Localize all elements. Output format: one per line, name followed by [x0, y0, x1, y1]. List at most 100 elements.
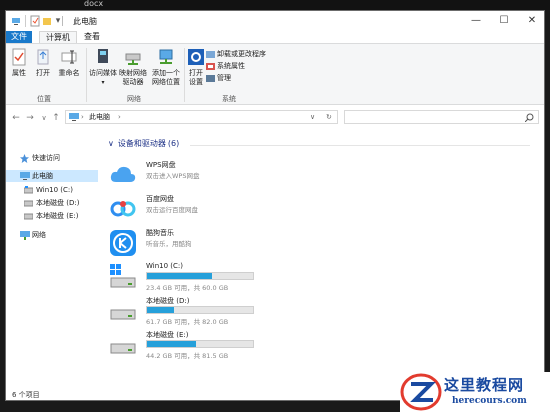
add-network-location-button[interactable]: 添加一个 网络位置 — [150, 48, 182, 87]
chevron-down-icon: ∨ — [108, 139, 114, 148]
recent-locations-button[interactable]: ∨ — [38, 112, 50, 124]
uninstall-program-button[interactable]: 卸载或更改程序 — [206, 49, 266, 59]
add-location-label-2: 网络位置 — [152, 78, 180, 86]
rename-icon — [61, 50, 77, 64]
network-location-icon — [159, 49, 173, 64]
file-explorer-window: ▾ 此电脑 — ☐ ✕ 文件 计算机 查看 属性 打开 重命名 位置 访问媒体 … — [5, 10, 545, 401]
rename-button[interactable]: 重命名 — [57, 48, 81, 78]
group-title: 设备和驱动器 — [117, 139, 166, 148]
windows-drive-icon — [110, 264, 136, 288]
search-input[interactable] — [344, 110, 539, 124]
sidebar-item-d-drive[interactable]: 本地磁盘 (D:) — [6, 197, 98, 209]
breadcrumb-this-pc[interactable]: 此电脑 — [89, 111, 110, 123]
divider — [86, 48, 87, 102]
list-item-d-drive[interactable]: 本地磁盘 (D:) 61.7 GB 可用，共 82.0 GB — [108, 294, 308, 328]
sidebar-item-c-drive[interactable]: Win10 (C:) — [6, 184, 98, 196]
divider — [190, 145, 530, 146]
properties-quick-icon[interactable] — [30, 15, 40, 27]
breadcrumb-separator: › — [118, 113, 121, 121]
forward-button[interactable]: → — [24, 112, 36, 124]
usage-bar — [146, 306, 254, 314]
sidebar-item-network[interactable]: 网络 — [6, 229, 98, 241]
item-count: 6 个项目 — [12, 391, 40, 399]
manage-icon — [206, 74, 215, 82]
open-settings-button[interactable]: 打开 设置 — [186, 48, 206, 87]
tab-computer[interactable]: 计算机 — [39, 31, 77, 43]
list-item-wps-drive[interactable]: WPS网盘 双击进入WPS网盘 — [108, 158, 308, 192]
title-bar: ▾ 此电脑 — ☐ ✕ — [6, 11, 544, 31]
divider — [25, 15, 26, 27]
document-filename: docx — [84, 0, 104, 8]
sidebar-item-this-pc[interactable]: 此电脑 — [6, 170, 98, 182]
usage-bar — [146, 340, 254, 348]
drive-free-space: 61.7 GB 可用，共 82.0 GB — [146, 318, 229, 326]
up-button[interactable]: ↑ — [50, 112, 62, 124]
back-button[interactable]: ← — [10, 112, 22, 124]
drive-name: 本地磁盘 (E:) — [146, 331, 189, 339]
properties-button[interactable]: 属性 — [10, 48, 28, 78]
group-header-devices[interactable]: ∨ 设备和驱动器 (6) — [108, 138, 179, 149]
manage-button[interactable]: 管理 — [206, 73, 231, 83]
group-label-system: 系统 — [222, 95, 236, 103]
sidebar-item-quick-access[interactable]: 快速访问 — [6, 152, 98, 164]
system-properties-button[interactable]: 系统属性 — [206, 61, 245, 71]
divider — [62, 16, 63, 26]
open-settings-label-2: 设置 — [189, 78, 203, 86]
drive-icon — [24, 213, 33, 220]
list-item-kugou-music[interactable]: 酷狗音乐 听音乐，用酷狗 — [108, 226, 308, 260]
sidebar-label: 网络 — [32, 231, 46, 239]
drive-name: 本地磁盘 (D:) — [146, 297, 190, 305]
content-pane: ∨ 设备和驱动器 (6) WPS网盘 双击进入WPS网盘 百度网盘 双击运行百度网盘… — [98, 128, 546, 386]
close-button[interactable]: ✕ — [518, 11, 546, 31]
settings-gear-icon — [188, 49, 204, 65]
sidebar-item-e-drive[interactable]: 本地磁盘 (E:) — [6, 210, 98, 222]
map-network-drive-button[interactable]: 映射网络 驱动器 — [118, 48, 148, 87]
search-icon — [525, 113, 534, 122]
watermark: 这里教程网 herecours.com — [400, 372, 550, 412]
tab-view[interactable]: 查看 — [78, 31, 106, 43]
list-item-c-drive[interactable]: Win10 (C:) 23.4 GB 可用，共 60.0 GB — [108, 260, 308, 294]
this-pc-icon — [12, 18, 20, 25]
group-count: (6) — [167, 139, 180, 148]
usage-bar-fill — [147, 341, 196, 347]
access-media-button[interactable]: 访问媒体 ▾ — [89, 48, 117, 87]
refresh-button[interactable]: ↻ — [326, 111, 332, 123]
open-settings-label-1: 打开 — [189, 69, 203, 77]
map-drive-label-1: 映射网络 — [119, 69, 147, 77]
network-icon — [20, 231, 30, 240]
drive-free-space: 44.2 GB 可用，共 81.5 GB — [146, 352, 229, 360]
dropdown-arrow-icon: ▾ — [101, 79, 105, 86]
sidebar-label: 快速访问 — [32, 154, 60, 162]
address-bar-row: ← → ∨ ↑ › 此电脑 › ∨ ↻ — [6, 109, 544, 127]
list-item-e-drive[interactable]: 本地磁盘 (E:) 44.2 GB 可用，共 81.5 GB — [108, 328, 308, 362]
watermark-url: herecours.com — [452, 396, 527, 406]
this-pc-icon — [69, 113, 79, 121]
sidebar-label: 此电脑 — [32, 172, 53, 180]
list-item-baidu-drive[interactable]: 百度网盘 双击运行百度网盘 — [108, 192, 308, 226]
site-logo-icon — [400, 373, 442, 411]
group-label-network: 网络 — [127, 95, 141, 103]
item-name: 百度网盘 — [146, 195, 174, 203]
usage-bar-fill — [147, 307, 174, 313]
tab-file[interactable]: 文件 — [6, 31, 32, 43]
star-icon — [20, 154, 29, 163]
minimize-button[interactable]: — — [462, 11, 490, 31]
media-server-icon — [98, 49, 108, 63]
properties-label: 属性 — [12, 69, 26, 77]
access-media-label: 访问媒体 — [89, 69, 117, 77]
address-box[interactable]: › 此电脑 › ∨ ↻ — [65, 110, 338, 124]
item-description: 双击运行百度网盘 — [146, 206, 198, 214]
usage-bar — [146, 272, 254, 280]
open-button[interactable]: 打开 — [34, 48, 52, 78]
system-properties-icon — [206, 62, 215, 70]
divider — [184, 48, 185, 102]
new-folder-quick-icon[interactable] — [42, 15, 52, 27]
this-pc-icon — [20, 172, 30, 180]
address-history-dropdown[interactable]: ∨ — [310, 111, 315, 123]
watermark-title: 这里教程网 — [444, 376, 525, 394]
navigation-pane: 快速访问 此电脑 Win10 (C:) 本地磁盘 (D:) 本地磁盘 (E:) … — [6, 128, 98, 386]
rename-label: 重命名 — [58, 69, 80, 77]
drive-free-space: 23.4 GB 可用，共 60.0 GB — [146, 284, 229, 292]
maximize-button[interactable]: ☐ — [490, 11, 518, 31]
open-icon — [37, 49, 49, 65]
